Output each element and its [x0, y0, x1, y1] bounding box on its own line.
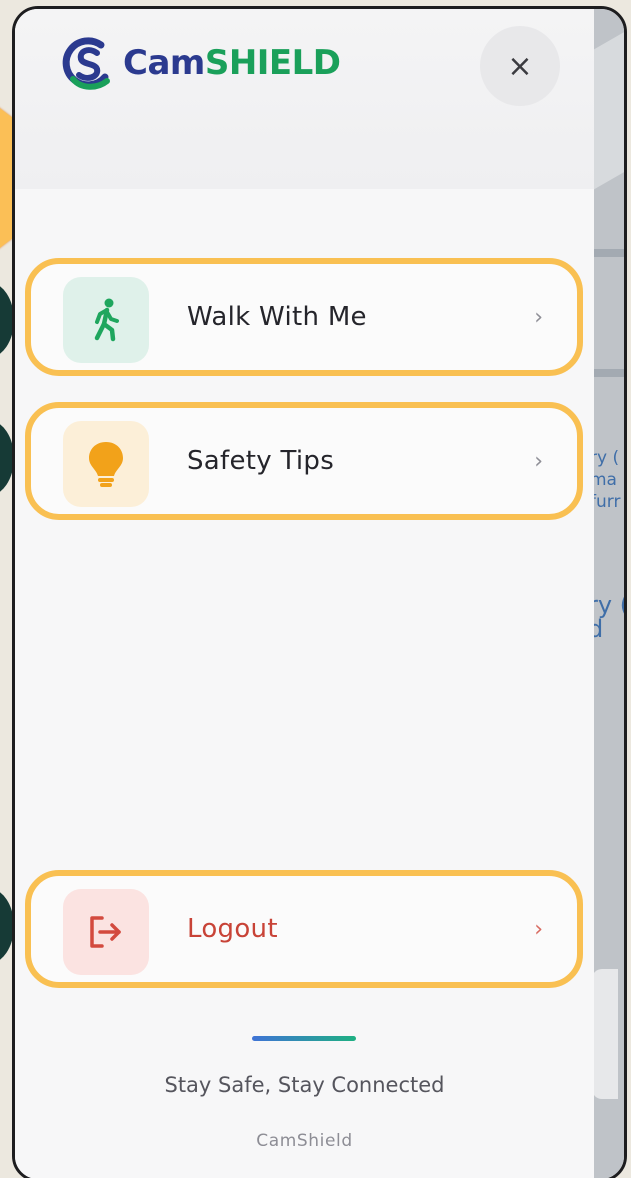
screen: ry (ma furr ry (d CamSHIELD × Walk With … — [0, 0, 631, 1178]
walking-person-icon — [94, 298, 119, 342]
close-icon: × — [507, 48, 533, 84]
camshield-logo-icon — [62, 37, 110, 90]
safety-tips-icon-tile — [63, 421, 149, 507]
logout-label: Logout — [187, 914, 278, 944]
menu-item-safety-tips[interactable]: Safety Tips › — [25, 402, 583, 520]
walk-icon-tile — [63, 277, 149, 363]
close-button[interactable]: × — [480, 26, 560, 106]
logo-text: CamSHIELD — [123, 43, 341, 83]
phone-frame: ry (ma furr ry (d CamSHIELD × Walk With … — [12, 6, 627, 1178]
map-label: ry (ma furr — [590, 448, 621, 512]
logout-button[interactable]: Logout › — [25, 870, 583, 988]
chevron-right-icon: › — [534, 448, 543, 474]
footer-divider — [252, 1036, 356, 1041]
menu-item-label: Walk With Me — [187, 302, 367, 332]
menu-item-label: Safety Tips — [187, 446, 335, 476]
side-drawer: CamSHIELD × Walk With Me › Safety Tips ›… — [15, 9, 594, 1178]
footer-tagline: Stay Safe, Stay Connected — [164, 1073, 445, 1097]
logout-icon — [90, 916, 121, 948]
map-road — [594, 28, 624, 190]
logo-text-cam: Cam — [123, 43, 205, 83]
logout-icon-tile — [63, 889, 149, 975]
logo-text-shield: SHIELD — [204, 43, 341, 83]
camshield-logo: CamSHIELD — [61, 35, 341, 91]
map-card — [592, 969, 618, 1099]
menu-item-walk-with-me[interactable]: Walk With Me › — [25, 258, 583, 376]
lightbulb-icon — [89, 442, 123, 487]
map-road-line — [590, 249, 624, 257]
map-background[interactable]: ry (ma furr ry (d — [588, 9, 624, 1178]
chevron-right-icon: › — [534, 304, 543, 330]
footer-brand: CamShield — [256, 1131, 353, 1151]
chevron-right-icon: › — [534, 916, 543, 942]
map-road-line — [590, 369, 624, 377]
